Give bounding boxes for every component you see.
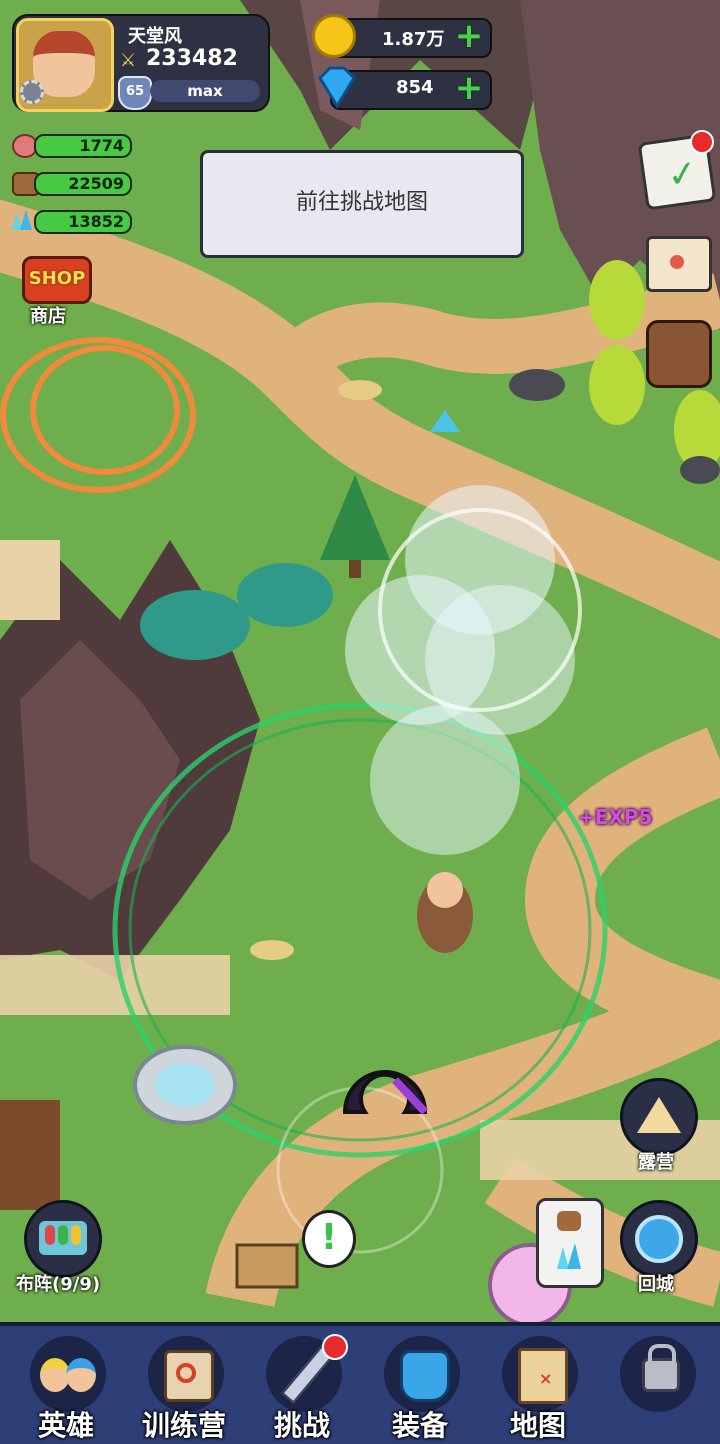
diamond-amount: 854 xyxy=(396,77,434,98)
blue-crystal-icon xyxy=(553,1241,585,1277)
nav-equipment-label: 装备 xyxy=(391,1409,448,1442)
nav-equipment[interactable]: 装备 xyxy=(364,1326,476,1444)
formation-label: 布阵(9/9) xyxy=(16,1274,101,1295)
scythe-skill-icon[interactable] xyxy=(325,1052,443,1170)
training-camp-icon xyxy=(148,1336,224,1412)
camp-label: 露营 xyxy=(638,1152,674,1173)
backpack-icon[interactable] xyxy=(646,320,712,388)
mail-icon[interactable] xyxy=(646,236,712,292)
nav-heroes-label: 英雄 xyxy=(37,1409,94,1442)
nav-map-label: 地图 xyxy=(509,1409,566,1442)
meat-amount: 1774 xyxy=(79,136,124,155)
shop-icon: SHOP xyxy=(22,256,92,304)
locked-icon xyxy=(620,1336,696,1412)
gold-coin-icon xyxy=(312,14,356,58)
equipment-armor-icon xyxy=(384,1336,460,1412)
tent-icon xyxy=(637,1097,681,1133)
crystal-bar: 13852 xyxy=(34,210,132,234)
level-status: max xyxy=(187,82,223,100)
quest-exclamation-icon[interactable]: ! xyxy=(302,1210,356,1268)
challenge-notification-dot xyxy=(322,1334,348,1360)
nav-locked[interactable] xyxy=(600,1326,712,1444)
wood-log-icon xyxy=(557,1211,581,1231)
formation-pawns-icon xyxy=(39,1221,87,1255)
wood-amount: 22509 xyxy=(68,174,124,193)
formation-button[interactable] xyxy=(24,1200,102,1278)
nav-challenge[interactable]: 挑战 xyxy=(246,1326,358,1444)
combat-power: 233482 xyxy=(146,46,238,71)
portal-swirl-icon xyxy=(635,1215,683,1263)
nav-heroes[interactable]: 英雄 xyxy=(10,1326,122,1444)
return-city-label: 回城 xyxy=(638,1274,674,1295)
camp-button[interactable] xyxy=(620,1078,698,1156)
shop-badge: SHOP xyxy=(28,268,86,289)
level-shield-icon: 65 xyxy=(118,76,152,110)
level-progress-bar: max xyxy=(150,80,260,102)
player-name: 天堂风 xyxy=(128,26,182,47)
add-gold-button[interactable]: + xyxy=(452,19,486,53)
diamond-icon xyxy=(312,66,362,110)
nav-challenge-label: 挑战 xyxy=(273,1409,330,1442)
settings-gear-icon[interactable] xyxy=(20,80,44,104)
player-level: 65 xyxy=(125,84,145,99)
player-profile-panel[interactable]: 天堂风 ⚔ 233482 65 max xyxy=(12,14,270,112)
crossed-swords-icon: ⚔ xyxy=(120,50,137,71)
heroes-icon xyxy=(30,1336,106,1412)
meat-bar: 1774 xyxy=(34,134,132,158)
resource-pickup-popup[interactable] xyxy=(536,1198,604,1288)
shop-button[interactable]: SHOP 商店 xyxy=(18,246,92,327)
add-diamond-button[interactable]: + xyxy=(452,71,486,105)
go-to-challenge-map-label: 前往挑战地图 xyxy=(295,190,428,215)
gold-amount: 1.87万 xyxy=(382,29,445,50)
map-icon: × xyxy=(502,1336,578,1412)
return-city-button[interactable] xyxy=(620,1200,698,1278)
nav-training-camp[interactable]: 训练营 xyxy=(128,1326,240,1444)
shop-label: 商店 xyxy=(30,306,66,327)
notification-dot-icon xyxy=(690,130,714,154)
exp-gain-text: +EXP5 xyxy=(578,805,653,829)
wood-bar: 22509 xyxy=(34,172,132,196)
nav-training-camp-label: 训练营 xyxy=(141,1409,226,1442)
crystal-amount: 13852 xyxy=(68,212,124,231)
nav-map[interactable]: × 地图 xyxy=(482,1326,594,1444)
go-to-challenge-map-button[interactable]: 前往挑战地图 xyxy=(200,150,524,258)
bottom-navigation: 英雄 训练营 挑战 装备 × 地图 xyxy=(0,1322,720,1444)
